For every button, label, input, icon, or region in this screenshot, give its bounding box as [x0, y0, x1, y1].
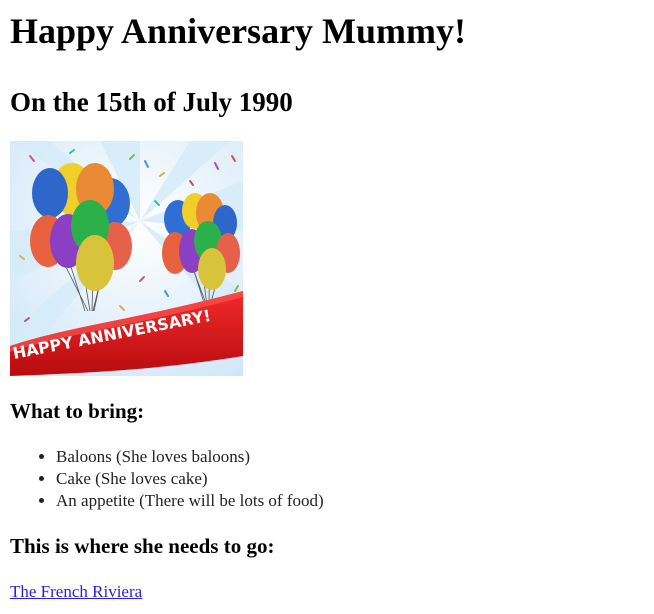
list-item: Cake (She loves cake) [56, 468, 324, 490]
anniversary-banner-image: HAPPY ANNIVERSARY! [10, 141, 243, 376]
destination-link[interactable]: The French Riviera [10, 581, 142, 603]
bring-heading: What to bring: [10, 399, 145, 423]
page: Happy Anniversary Mummy! On the 15th of … [0, 10, 654, 601]
list-item: Baloons (She loves baloons) [56, 446, 324, 468]
list-item: An appetite (There will be lots of food) [56, 490, 324, 512]
destination-heading: This is where she needs to go: [10, 534, 275, 558]
anniversary-date: On the 15th of July 1990 [10, 87, 293, 117]
page-title: Happy Anniversary Mummy! [10, 11, 467, 51]
bring-list: Baloons (She loves baloons) Cake (She lo… [16, 446, 324, 512]
